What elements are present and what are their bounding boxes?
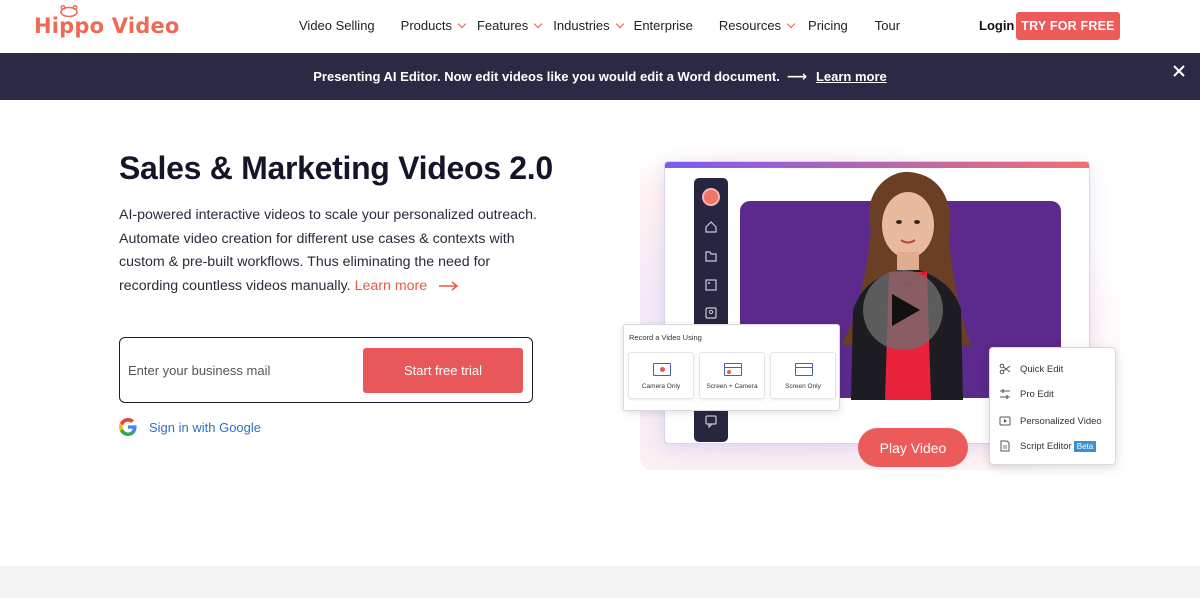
nav-label: Pricing [808, 18, 848, 33]
record-option-screen-only[interactable]: Screen Only [770, 352, 836, 399]
scissors-icon [999, 363, 1011, 375]
contact-icon [705, 307, 717, 319]
record-option-screen-camera[interactable]: Screen + Camera [699, 352, 765, 399]
folder-icon [705, 251, 717, 262]
edit-option-pro-edit[interactable]: Pro Edit [999, 388, 1054, 400]
nav-item-pricing[interactable]: Pricing [808, 18, 848, 33]
banner-learn-more-link[interactable]: Learn more [816, 69, 887, 84]
learn-more-label: Learn more [354, 277, 428, 294]
chevron-down-icon [615, 19, 624, 29]
edit-option-quick-edit[interactable]: Quick Edit [999, 363, 1063, 375]
record-card-title: Record a Video Using [629, 333, 702, 342]
nav-label: Resources [718, 18, 782, 33]
edit-options-menu: Quick Edit Pro Edit Personalized Video S… [989, 347, 1116, 465]
record-option-camera-only[interactable]: Camera Only [628, 352, 694, 399]
chevron-down-icon [457, 19, 467, 29]
google-signin[interactable]: Sign in with Google [119, 418, 261, 436]
hero-learn-more-link[interactable]: Learn more [355, 278, 460, 294]
top-navbar: Hippo Video Video Selling Products Featu… [0, 0, 1200, 53]
nav-label: Industries [553, 18, 610, 33]
record-option-label: Camera Only [641, 383, 681, 390]
screen-camera-icon [724, 363, 742, 376]
home-icon [705, 221, 717, 233]
nav-label: Features [476, 18, 529, 33]
nav-item-tour[interactable]: Tour [875, 18, 900, 33]
nav-item-resources[interactable]: Resources [718, 18, 796, 33]
chevron-down-icon [534, 19, 543, 29]
nav-item-video-selling[interactable]: Video Selling [299, 18, 375, 33]
nav-label: Video Selling [299, 18, 375, 33]
record-video-card: Record a Video Using Camera Only Screen … [623, 324, 840, 411]
edit-option-script-editor[interactable]: Script Editor Beta [999, 440, 1097, 452]
edit-option-label: Script Editor [1020, 440, 1072, 452]
edit-option-label: Personalized Video [1020, 415, 1102, 427]
brand-name: Hippo Video [34, 14, 180, 38]
document-icon [1000, 440, 1010, 452]
nav-item-features[interactable]: Features [476, 18, 543, 33]
banner-text: Presenting AI Editor. Now edit videos li… [313, 69, 780, 84]
nav-label: Enterprise [633, 18, 693, 33]
nav-item-industries[interactable]: Industries [553, 18, 624, 33]
hero-description-text: AI-powered interactive videos to scale y… [119, 207, 537, 294]
announcement-banner: Presenting AI Editor. Now edit videos li… [0, 53, 1200, 100]
arrow-right-icon: ⟶ [786, 68, 807, 84]
record-option-label: Screen + Camera [706, 383, 758, 390]
nav-item-enterprise[interactable]: Enterprise [634, 18, 693, 33]
arrow-right-icon [439, 281, 459, 291]
chat-icon [705, 415, 717, 428]
business-email-input[interactable] [128, 348, 358, 392]
next-section-band [0, 566, 1200, 598]
close-icon[interactable] [1172, 64, 1186, 78]
avatar [702, 188, 720, 206]
google-icon [119, 418, 137, 436]
video-play-icon [999, 416, 1011, 426]
nav-item-products[interactable]: Products [400, 18, 467, 33]
hero-title: Sales & Marketing Videos 2.0 [119, 150, 553, 186]
camera-icon [653, 363, 671, 376]
hippo-video-logo[interactable]: Hippo Video [34, 5, 180, 44]
signup-form: Start free trial [119, 337, 533, 403]
edit-option-personalized-video[interactable]: Personalized Video [999, 415, 1102, 427]
chevron-down-icon [786, 19, 796, 29]
edit-option-label: Quick Edit [1020, 363, 1064, 375]
nav-label: Tour [874, 18, 901, 33]
window-gradient-bar [665, 162, 1089, 168]
beta-badge: Beta [1073, 440, 1097, 452]
start-free-trial-button[interactable]: Start free trial [363, 348, 523, 393]
screen-icon [795, 363, 813, 376]
login-link[interactable]: Login [979, 18, 1014, 33]
nav-menu: Video Selling Products Features Industri… [299, 18, 900, 33]
try-for-free-button[interactable]: TRY FOR FREE [1016, 12, 1120, 40]
edit-option-label: Pro Edit [1020, 388, 1054, 400]
play-video-button[interactable]: Play Video [858, 428, 968, 467]
sliders-icon [1000, 389, 1010, 399]
hippo-mascot-icon [60, 5, 78, 17]
nav-label: Products [400, 18, 452, 33]
google-signin-label: Sign in with Google [149, 419, 262, 435]
image-icon [705, 279, 717, 291]
play-icon [892, 294, 920, 326]
hero-description: AI-powered interactive videos to scale y… [119, 204, 549, 298]
record-option-label: Screen Only [785, 383, 821, 390]
